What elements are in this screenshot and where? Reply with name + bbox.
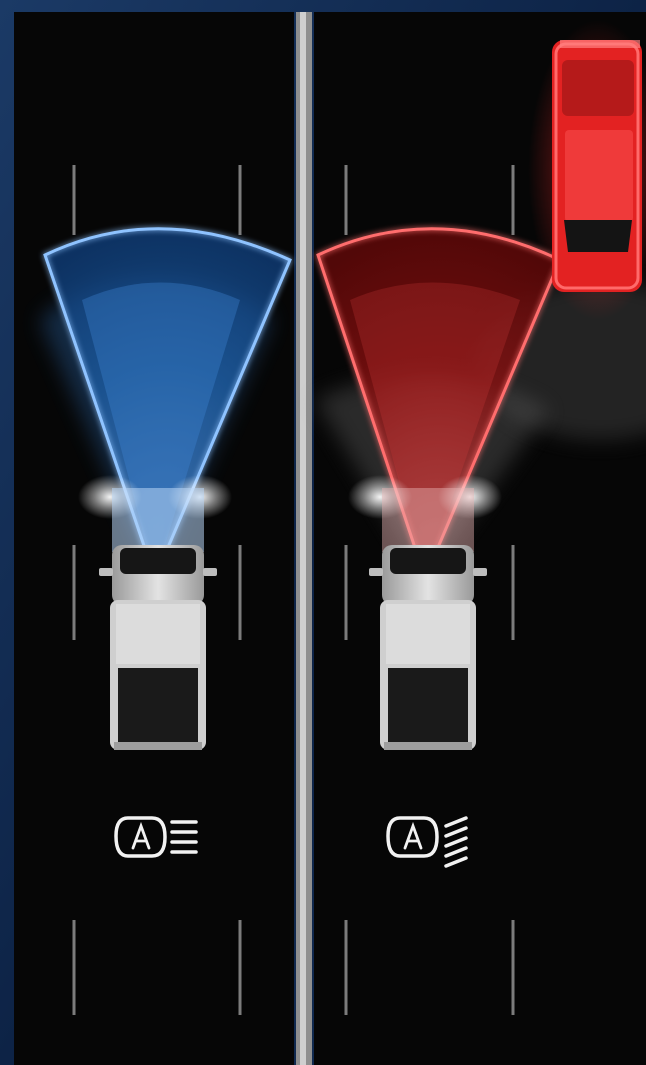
scene-canvas (0, 0, 646, 1065)
oncoming-vehicle (552, 40, 642, 292)
auto-high-beam-illustration (0, 0, 646, 1065)
